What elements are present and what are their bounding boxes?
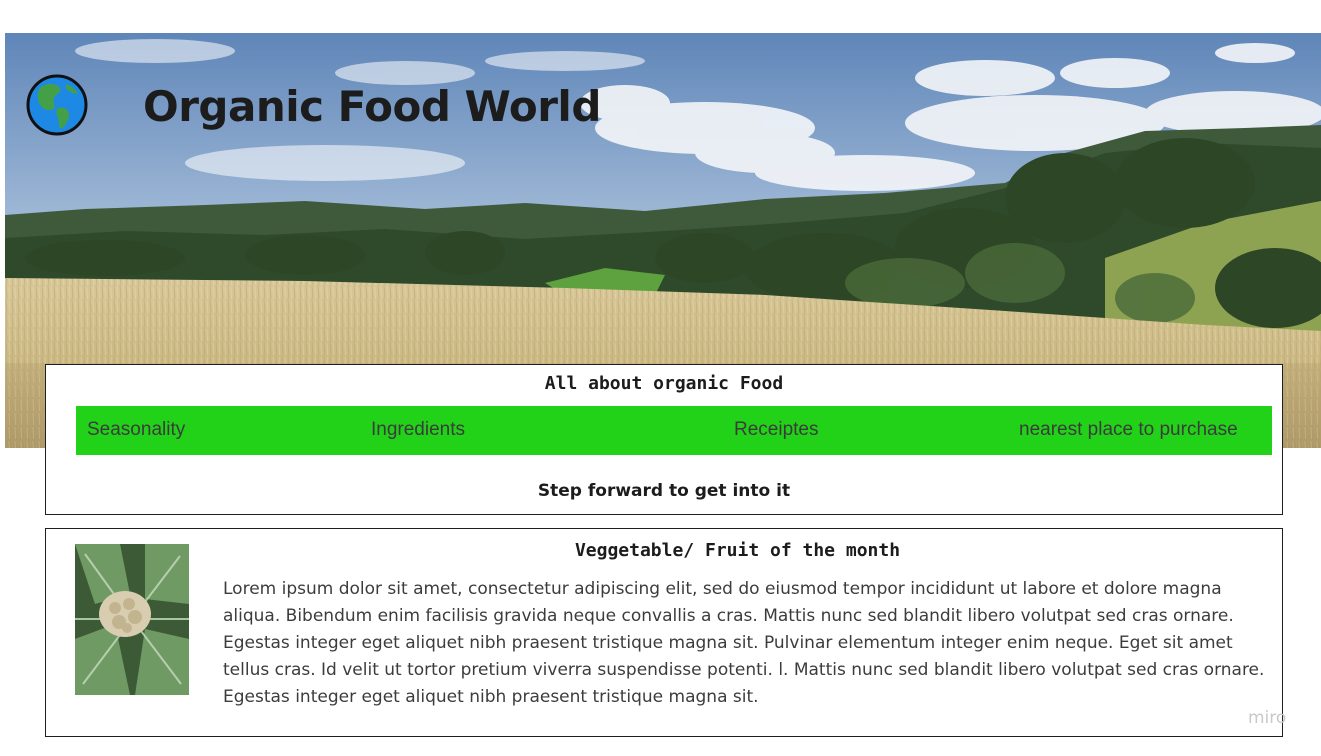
miro-watermark: miro xyxy=(1248,708,1287,728)
nav-item-ingredients[interactable]: Ingredients xyxy=(371,419,465,441)
feature-description: Lorem ipsum dolor sit amet, consectetur … xyxy=(223,579,1265,707)
feature-title: Veggetable/ Fruit of the month xyxy=(574,540,901,561)
nav-tagline: Step forward to get into it xyxy=(537,481,791,501)
page: Organic Food World All about organic Foo… xyxy=(0,0,1321,756)
nav-card: All about organic Food Seasonality Ingre… xyxy=(45,364,1283,515)
nav-item-seasonality[interactable]: Seasonality xyxy=(87,419,185,441)
nav-item-nearest-place[interactable]: nearest place to purchase xyxy=(1019,419,1238,441)
nav-bar: Seasonality Ingredients Receiptes neares… xyxy=(76,406,1272,455)
globe-americas-icon xyxy=(26,74,88,136)
site-title: Organic Food World xyxy=(143,82,601,131)
nav-heading: All about organic Food xyxy=(544,373,784,394)
feature-card: Veggetable/ Fruit of the month Lorem ips… xyxy=(45,528,1283,737)
nav-item-receiptes[interactable]: Receiptes xyxy=(734,419,819,441)
cauliflower-photo xyxy=(75,544,189,695)
